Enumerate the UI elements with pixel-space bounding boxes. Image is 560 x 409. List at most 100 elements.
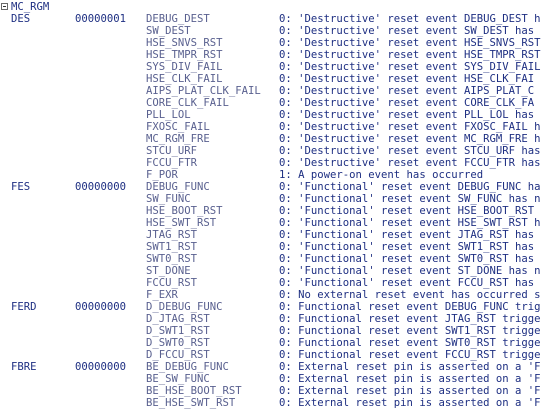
field-name: D_DEBUG_FUNC — [146, 301, 223, 313]
register-field-row[interactable]: HSE_BOOT_RST 0: 'Functional' reset event … — [0, 205, 560, 217]
field-name: D_FCCU_RST — [146, 349, 210, 361]
register-value: 00000000 — [75, 181, 127, 193]
field-description: 0: External reset pin is asserted on a '… — [279, 397, 541, 409]
register-field-row[interactable]: BE_HSE_SWT_RST 0: External reset pin is a… — [0, 397, 560, 409]
field-name: MC_RGM_FRE — [146, 133, 210, 145]
register-field-row[interactable]: SWT0_RST 0: 'Functional' reset event SWT0… — [0, 253, 560, 265]
field-name: HSE_TMPR_RST — [146, 49, 223, 61]
register-value: 00000001 — [75, 13, 127, 25]
field-description: 0: 'Functional' reset event ST_DONE has … — [279, 265, 541, 277]
field-name: SYS_DIV_FAIL — [146, 61, 223, 73]
field-name: F_POR — [146, 169, 178, 181]
register-field-row[interactable]: JTAG_RST 0: 'Functional' reset event JTAG… — [0, 229, 560, 241]
field-name: SW_FUNC — [146, 193, 191, 205]
register-field-row[interactable]: BE_HSE_BOOT_RST 0: External reset pin is … — [0, 385, 560, 397]
register-field-row[interactable]: FES 00000000 DEBUG_FUNC 0: 'Functional' res… — [0, 181, 560, 193]
register-field-row[interactable]: ST_DONE 0: 'Functional' reset event ST_DO… — [0, 265, 560, 277]
field-description: 0: 'Destructive' reset event FXOSC_FAIL … — [279, 121, 541, 133]
field-name: SWT1_RST — [146, 241, 198, 253]
register-name: DES — [11, 13, 31, 25]
field-description: 0: 'Destructive' reset event HSE_SNVS_RS… — [279, 37, 541, 49]
field-description: 0: 'Functional' reset event HSE_SWT_RST … — [279, 217, 541, 229]
register-field-row[interactable]: D_SWT0_RST 0: Functional reset event SWT0… — [0, 337, 560, 349]
register-field-row[interactable]: AIPS_PLAT_CLK_FAIL 0: 'Destructive' reset… — [0, 85, 560, 97]
register-field-row[interactable]: F_EXR 0: No external reset event has occu… — [0, 289, 560, 301]
register-field-row[interactable]: HSE_CLK_FAIL 0: 'Destructive' reset event… — [0, 73, 560, 85]
field-description: 0: 'Destructive' reset event SYS_DIV_FAI… — [279, 61, 541, 73]
field-name: DEBUG_DEST — [146, 13, 210, 25]
field-description: 0: 'Destructive' reset event DEBUG_DEST … — [279, 13, 541, 25]
field-description: 0: 'Destructive' reset event SW_DEST has — [279, 25, 535, 37]
register-field-row[interactable]: FERD 00000000 D_DEBUG_FUNC 0: Functional re… — [0, 301, 560, 313]
register-field-row[interactable]: PLL_LOL 0: 'Destructive' reset event PLL_… — [0, 109, 560, 121]
field-description: 0: Functional reset event DEBUG_FUNC tri… — [279, 301, 541, 313]
field-description: 0: 'Functional' reset event SW_FUNC has … — [279, 193, 541, 205]
register-name: FES — [11, 181, 31, 193]
field-description: 0: 'Destructive' reset event HSE_CLK_FAI — [279, 73, 535, 85]
field-name: SWT0_RST — [146, 253, 198, 265]
field-name: AIPS_PLAT_CLK_FAIL — [146, 85, 261, 97]
register-field-row[interactable]: D_SWT1_RST 0: Functional reset event SWT1… — [0, 325, 560, 337]
register-name: FBRE — [11, 361, 37, 373]
field-name: D_SWT1_RST — [146, 325, 210, 337]
register-field-row[interactable]: CORE_CLK_FAIL 0: 'Destructive' reset even… — [0, 97, 560, 109]
register-field-row[interactable]: D_JTAG_RST 0: Functional reset event JTAG… — [0, 313, 560, 325]
register-field-row[interactable]: FCCU_RST 0: 'Functional' reset event FCCU… — [0, 277, 560, 289]
register-field-row[interactable]: FXOSC_FAIL 0: 'Destructive' reset event F… — [0, 121, 560, 133]
register-field-row[interactable]: D_FCCU_RST 0: Functional reset event FCCU… — [0, 349, 560, 361]
field-name: DEBUG_FUNC — [146, 181, 210, 193]
field-name: FCCU_RST — [146, 277, 198, 289]
field-name: STCU_URF — [146, 145, 198, 157]
field-description: 0: External reset pin is asserted on a '… — [279, 385, 541, 397]
register-field-row[interactable]: F_POR 1: A power-on event has occurred — [0, 169, 560, 181]
field-name: SW_DEST — [146, 25, 191, 37]
register-field-row[interactable]: HSE_TMPR_RST 0: 'Destructive' reset event… — [0, 49, 560, 61]
register-value: 00000000 — [75, 301, 127, 313]
field-description: 0: Functional reset event FCCU_RST trigg… — [279, 349, 541, 361]
field-description: 0: 'Destructive' reset event STCU_URF ha… — [279, 145, 541, 157]
register-group-title: MC_RGM — [11, 0, 50, 13]
field-name: BE_DEBUG_FUNC — [146, 361, 229, 373]
register-field-row[interactable]: BE_SW_FUNC 0: External reset pin is asser… — [0, 373, 560, 385]
field-description: 0: 'Destructive' reset event AIPS_PLAT_C — [279, 85, 535, 97]
register-value: 00000000 — [75, 361, 127, 373]
field-description: 0: 'Functional' reset event SWT1_RST has — [279, 241, 535, 253]
register-field-row[interactable]: FBRE 00000000 BE_DEBUG_FUNC 0: External res… — [0, 361, 560, 373]
field-description: 0: No external reset event has occurred … — [279, 289, 541, 301]
field-description: 0: 'Destructive' reset event MC_RGM_FRE … — [279, 133, 541, 145]
register-group-header[interactable]: MC_RGM — [0, 0, 560, 13]
register-field-row[interactable]: MC_RGM_FRE 0: 'Destructive' reset event M… — [0, 133, 560, 145]
field-name: HSE_CLK_FAIL — [146, 73, 223, 85]
register-field-row[interactable]: STCU_URF 0: 'Destructive' reset event STC… — [0, 145, 560, 157]
register-field-row[interactable]: HSE_SWT_RST 0: 'Functional' reset event H… — [0, 217, 560, 229]
field-description: 0: 'Functional' reset event JTAG_RST has — [279, 229, 535, 241]
field-description: 0: 'Functional' reset event FCCU_RST has — [279, 277, 535, 289]
field-name: FCCU_FTR — [146, 157, 198, 169]
field-description: 0: 'Destructive' reset event PLL_LOL has — [279, 109, 535, 121]
field-description: 0: 'Destructive' reset event FCCU_FTR ha… — [279, 157, 541, 169]
field-description: 0: 'Destructive' reset event HSE_TMPR_RS… — [279, 49, 541, 61]
field-name: PLL_LOL — [146, 109, 191, 121]
field-name: JTAG_RST — [146, 229, 198, 241]
register-field-row[interactable]: SW_FUNC 0: 'Functional' reset event SW_FU… — [0, 193, 560, 205]
field-name: ST_DONE — [146, 265, 191, 277]
register-field-list: DES 00000001 DEBUG_DEST 0: 'Destructive' re… — [0, 13, 560, 409]
register-field-row[interactable]: DES 00000001 DEBUG_DEST 0: 'Destructive' re… — [0, 13, 560, 25]
field-name: FXOSC_FAIL — [146, 121, 210, 133]
register-field-row[interactable]: HSE_SNVS_RST 0: 'Destructive' reset event… — [0, 37, 560, 49]
field-description: 0: 'Functional' reset event DEBUG_FUNC h… — [279, 181, 541, 193]
field-name: BE_SW_FUNC — [146, 373, 210, 385]
register-field-row[interactable]: FCCU_FTR 0: 'Destructive' reset event FCC… — [0, 157, 560, 169]
field-name: F_EXR — [146, 289, 178, 301]
collapse-toggle-icon[interactable] — [1, 3, 8, 10]
field-description: 0: 'Functional' reset event HSE_BOOT_RST — [279, 205, 535, 217]
field-description: 0: Functional reset event JTAG_RST trigg… — [279, 313, 541, 325]
field-name: BE_HSE_SWT_RST — [146, 397, 236, 409]
field-description: 0: 'Destructive' reset event CORE_CLK_FA — [279, 97, 535, 109]
field-name: D_JTAG_RST — [146, 313, 210, 325]
field-name: HSE_SWT_RST — [146, 217, 217, 229]
register-field-row[interactable]: SW_DEST 0: 'Destructive' reset event SW_D… — [0, 25, 560, 37]
field-name: D_SWT0_RST — [146, 337, 210, 349]
register-field-row[interactable]: SWT1_RST 0: 'Functional' reset event SWT1… — [0, 241, 560, 253]
register-field-row[interactable]: SYS_DIV_FAIL 0: 'Destructive' reset event… — [0, 61, 560, 73]
